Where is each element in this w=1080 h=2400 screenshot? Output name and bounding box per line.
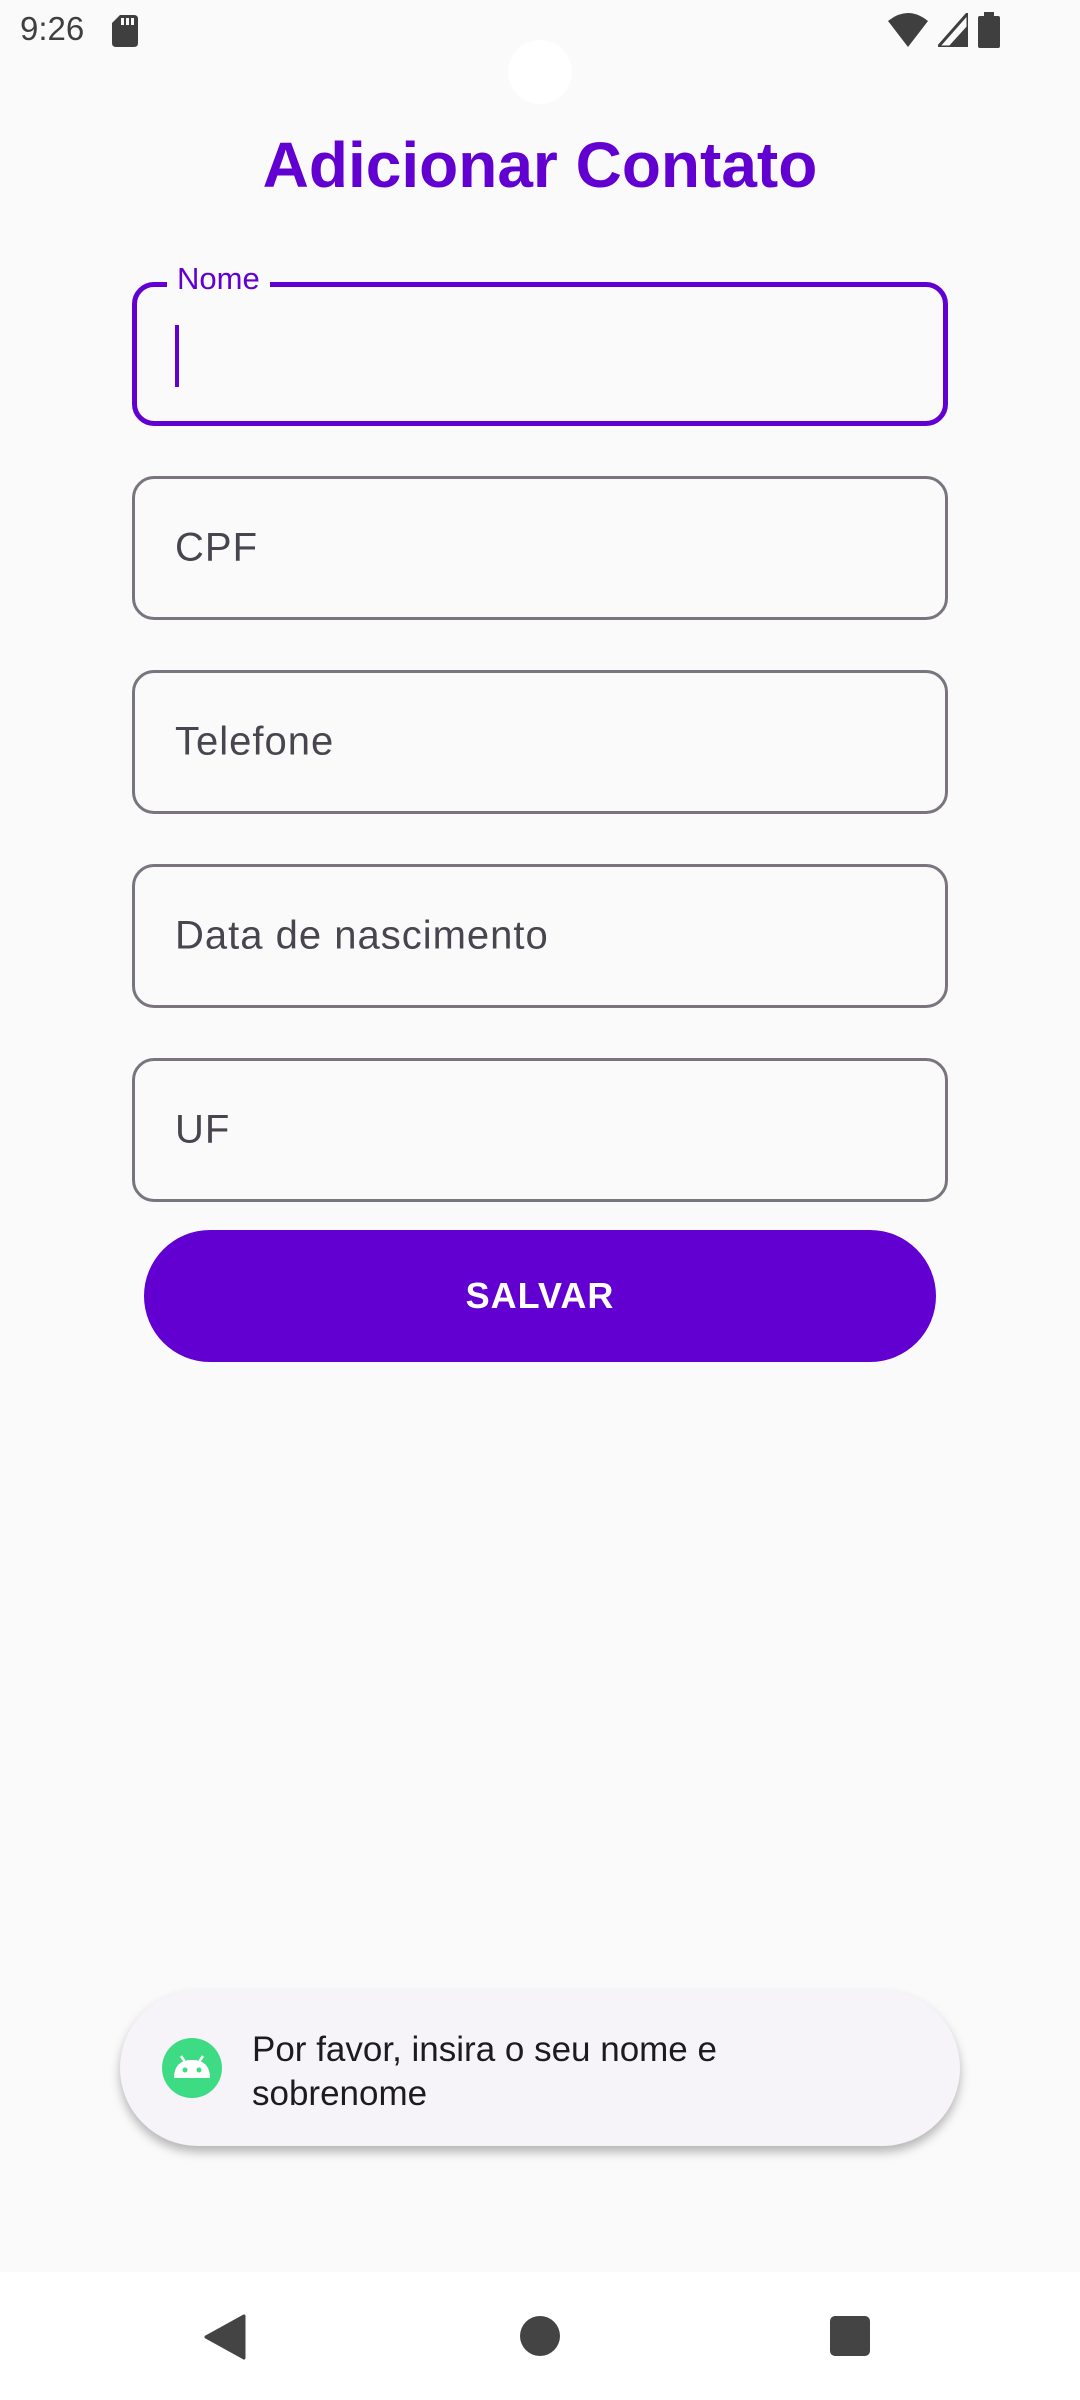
phone-field[interactable]: Telefone [132, 670, 948, 814]
recents-icon[interactable] [830, 2316, 870, 2356]
wifi-icon [888, 13, 928, 47]
birthdate-field[interactable]: Data de nascimento [132, 864, 948, 1008]
status-icons [888, 12, 1000, 48]
save-button[interactable]: SALVAR [144, 1230, 936, 1362]
page-title: Adicionar Contato [262, 129, 818, 201]
battery-icon [978, 12, 1000, 48]
phone-field-placeholder: Telefone [175, 719, 335, 764]
name-field-label: Nome [167, 261, 270, 297]
status-time: 9:26 [20, 10, 85, 47]
state-field-placeholder: UF [175, 1107, 231, 1152]
home-icon[interactable] [520, 2316, 560, 2356]
name-field[interactable]: Nome [132, 261, 948, 426]
camera-cutout [508, 40, 572, 104]
cpf-field[interactable]: CPF [132, 476, 948, 620]
back-icon[interactable] [204, 2314, 246, 2360]
android-icon [162, 2038, 222, 2098]
cellular-signal-icon [938, 13, 968, 47]
state-field[interactable]: UF [132, 1058, 948, 1202]
toast-text: Por favor, insira o seu nome e sobrenome [252, 2030, 717, 2113]
birthdate-field-placeholder: Data de nascimento [175, 913, 549, 958]
navigation-bar [0, 2272, 1080, 2400]
cpf-field-placeholder: CPF [175, 525, 258, 570]
toast-message: Por favor, insira o seu nome e sobrenome [120, 1990, 960, 2146]
text-cursor [175, 325, 179, 387]
sd-card-icon [112, 15, 138, 47]
